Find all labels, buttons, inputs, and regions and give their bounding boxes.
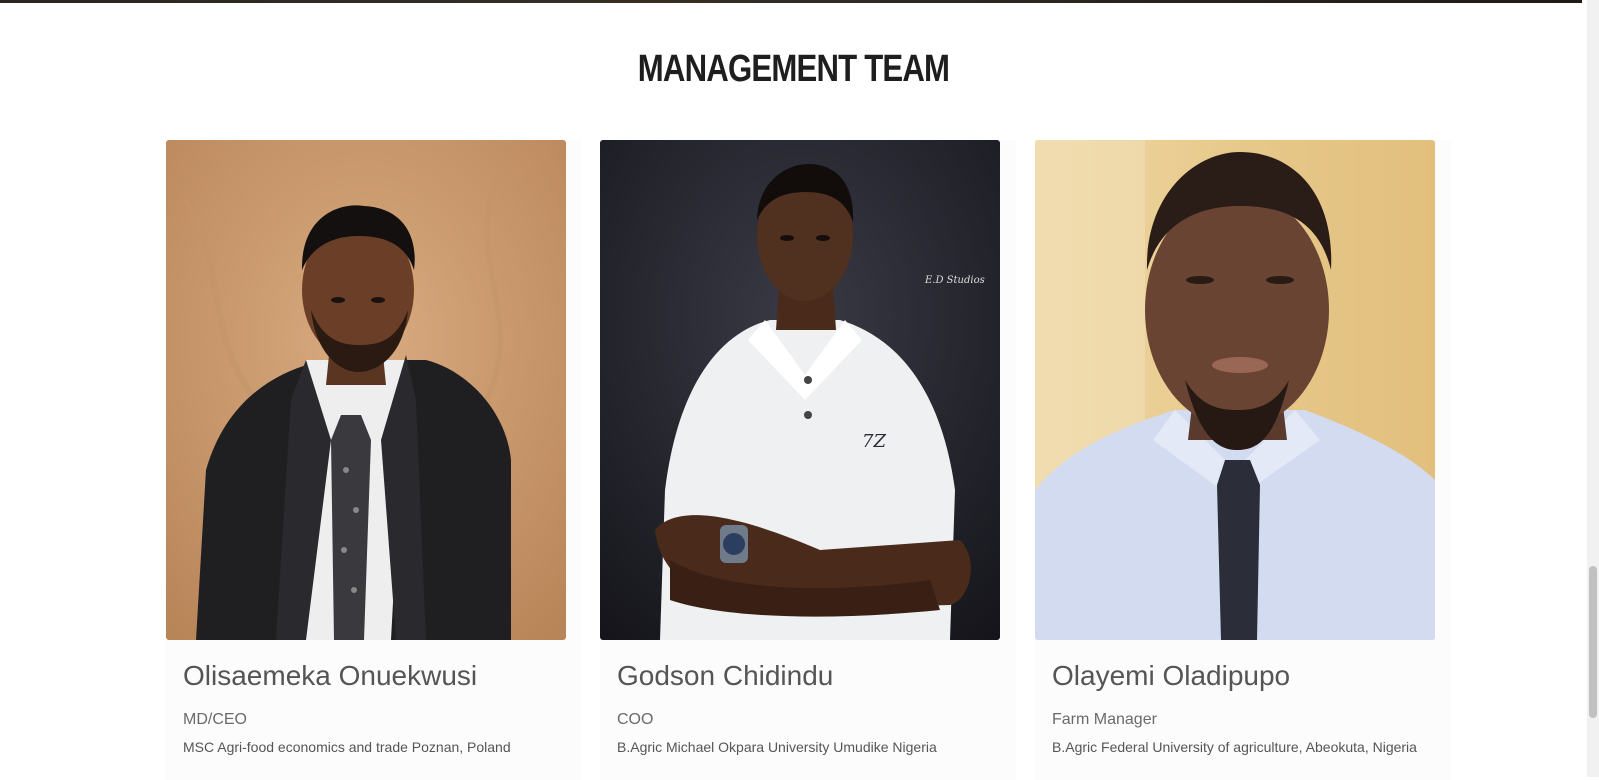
member-name: Olisaemeka Onuekwusi (183, 660, 478, 691)
page-scrollbar[interactable] (1587, 0, 1599, 777)
member-photo: 7Z E.D Studios (600, 140, 1000, 640)
member-name: Olayemi Oladipupo (1052, 660, 1291, 691)
member-role: COO (617, 711, 654, 728)
member-education: B.Agric Federal University of agricultur… (1052, 739, 1417, 755)
photo-watermark: E.D Studios (924, 275, 985, 286)
member-role: Farm Manager (1052, 711, 1157, 728)
member-photo (166, 140, 566, 640)
scrollbar-thumb[interactable] (1589, 566, 1597, 718)
member-name: Godson Chidindu (617, 660, 834, 691)
section-title: MANAGEMENT TEAM (637, 48, 950, 90)
member-education: B.Agric Michael Okpara University Umudik… (617, 739, 937, 755)
shirt-logo: 7Z (862, 431, 886, 452)
member-role: MD/CEO (183, 711, 247, 728)
member-education: MSC Agri-food economics and trade Poznan… (183, 739, 511, 755)
team-member-card: 7Z E.D Studios Godson Chidindu COO B.Agr… (600, 140, 1016, 780)
member-photo (1035, 140, 1435, 640)
team-member-card: Olisaemeka Onuekwusi MD/CEO MSC Agri-foo… (166, 140, 582, 780)
hero-image-bottom-edge (0, 0, 1582, 3)
team-member-card: Olayemi Oladipupo Farm Manager B.Agric F… (1035, 140, 1451, 780)
